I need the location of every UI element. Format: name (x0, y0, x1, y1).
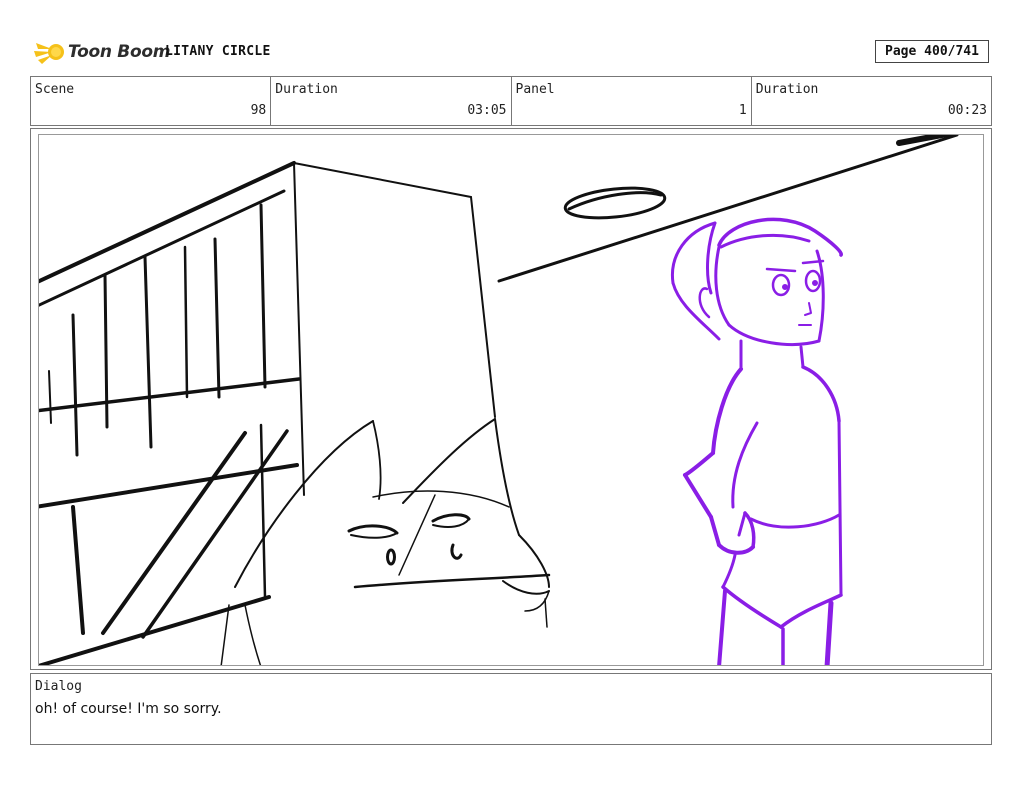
panel-value: 1 (738, 103, 747, 118)
panel-sketch (39, 135, 959, 665)
scene-duration-cell: Duration 03:05 (271, 77, 512, 125)
panel-duration-value: 00:23 (947, 103, 987, 118)
toon-boom-logo: Toon Boom (34, 36, 170, 68)
dialog-label: Dialog (35, 679, 82, 694)
page-indicator: Page 400/741 (875, 40, 989, 63)
logo-text: Toon Boom (68, 42, 171, 62)
dialog-text: oh! of course! I'm so sorry. (35, 701, 222, 717)
storyboard-panel-image (38, 134, 984, 666)
project-title: LITANY CIRCLE (165, 44, 271, 59)
scene-cell: Scene 98 (31, 77, 272, 125)
scene-duration-value: 03:05 (467, 103, 507, 118)
bookshelf-sketch (39, 161, 496, 665)
panel-duration-label: Duration (755, 82, 819, 97)
scene-label: Scene (35, 82, 75, 97)
ceiling-sketch (497, 135, 959, 283)
panel-duration-cell: Duration 00:23 (752, 77, 991, 125)
girl-character-sketch (670, 217, 843, 665)
panel-info-row: Scene 98 Duration 03:05 Panel 1 Duration… (30, 76, 992, 126)
panel-label: Panel (515, 82, 555, 97)
toon-boom-comet-icon (34, 43, 64, 64)
panel-cell: Panel 1 (512, 77, 752, 125)
storyboard-panel-frame (30, 128, 992, 670)
scene-duration-label: Duration (275, 82, 338, 97)
scene-value: 98 (250, 103, 267, 118)
dialog-box: Dialog oh! of course! I'm so sorry. (30, 673, 992, 745)
